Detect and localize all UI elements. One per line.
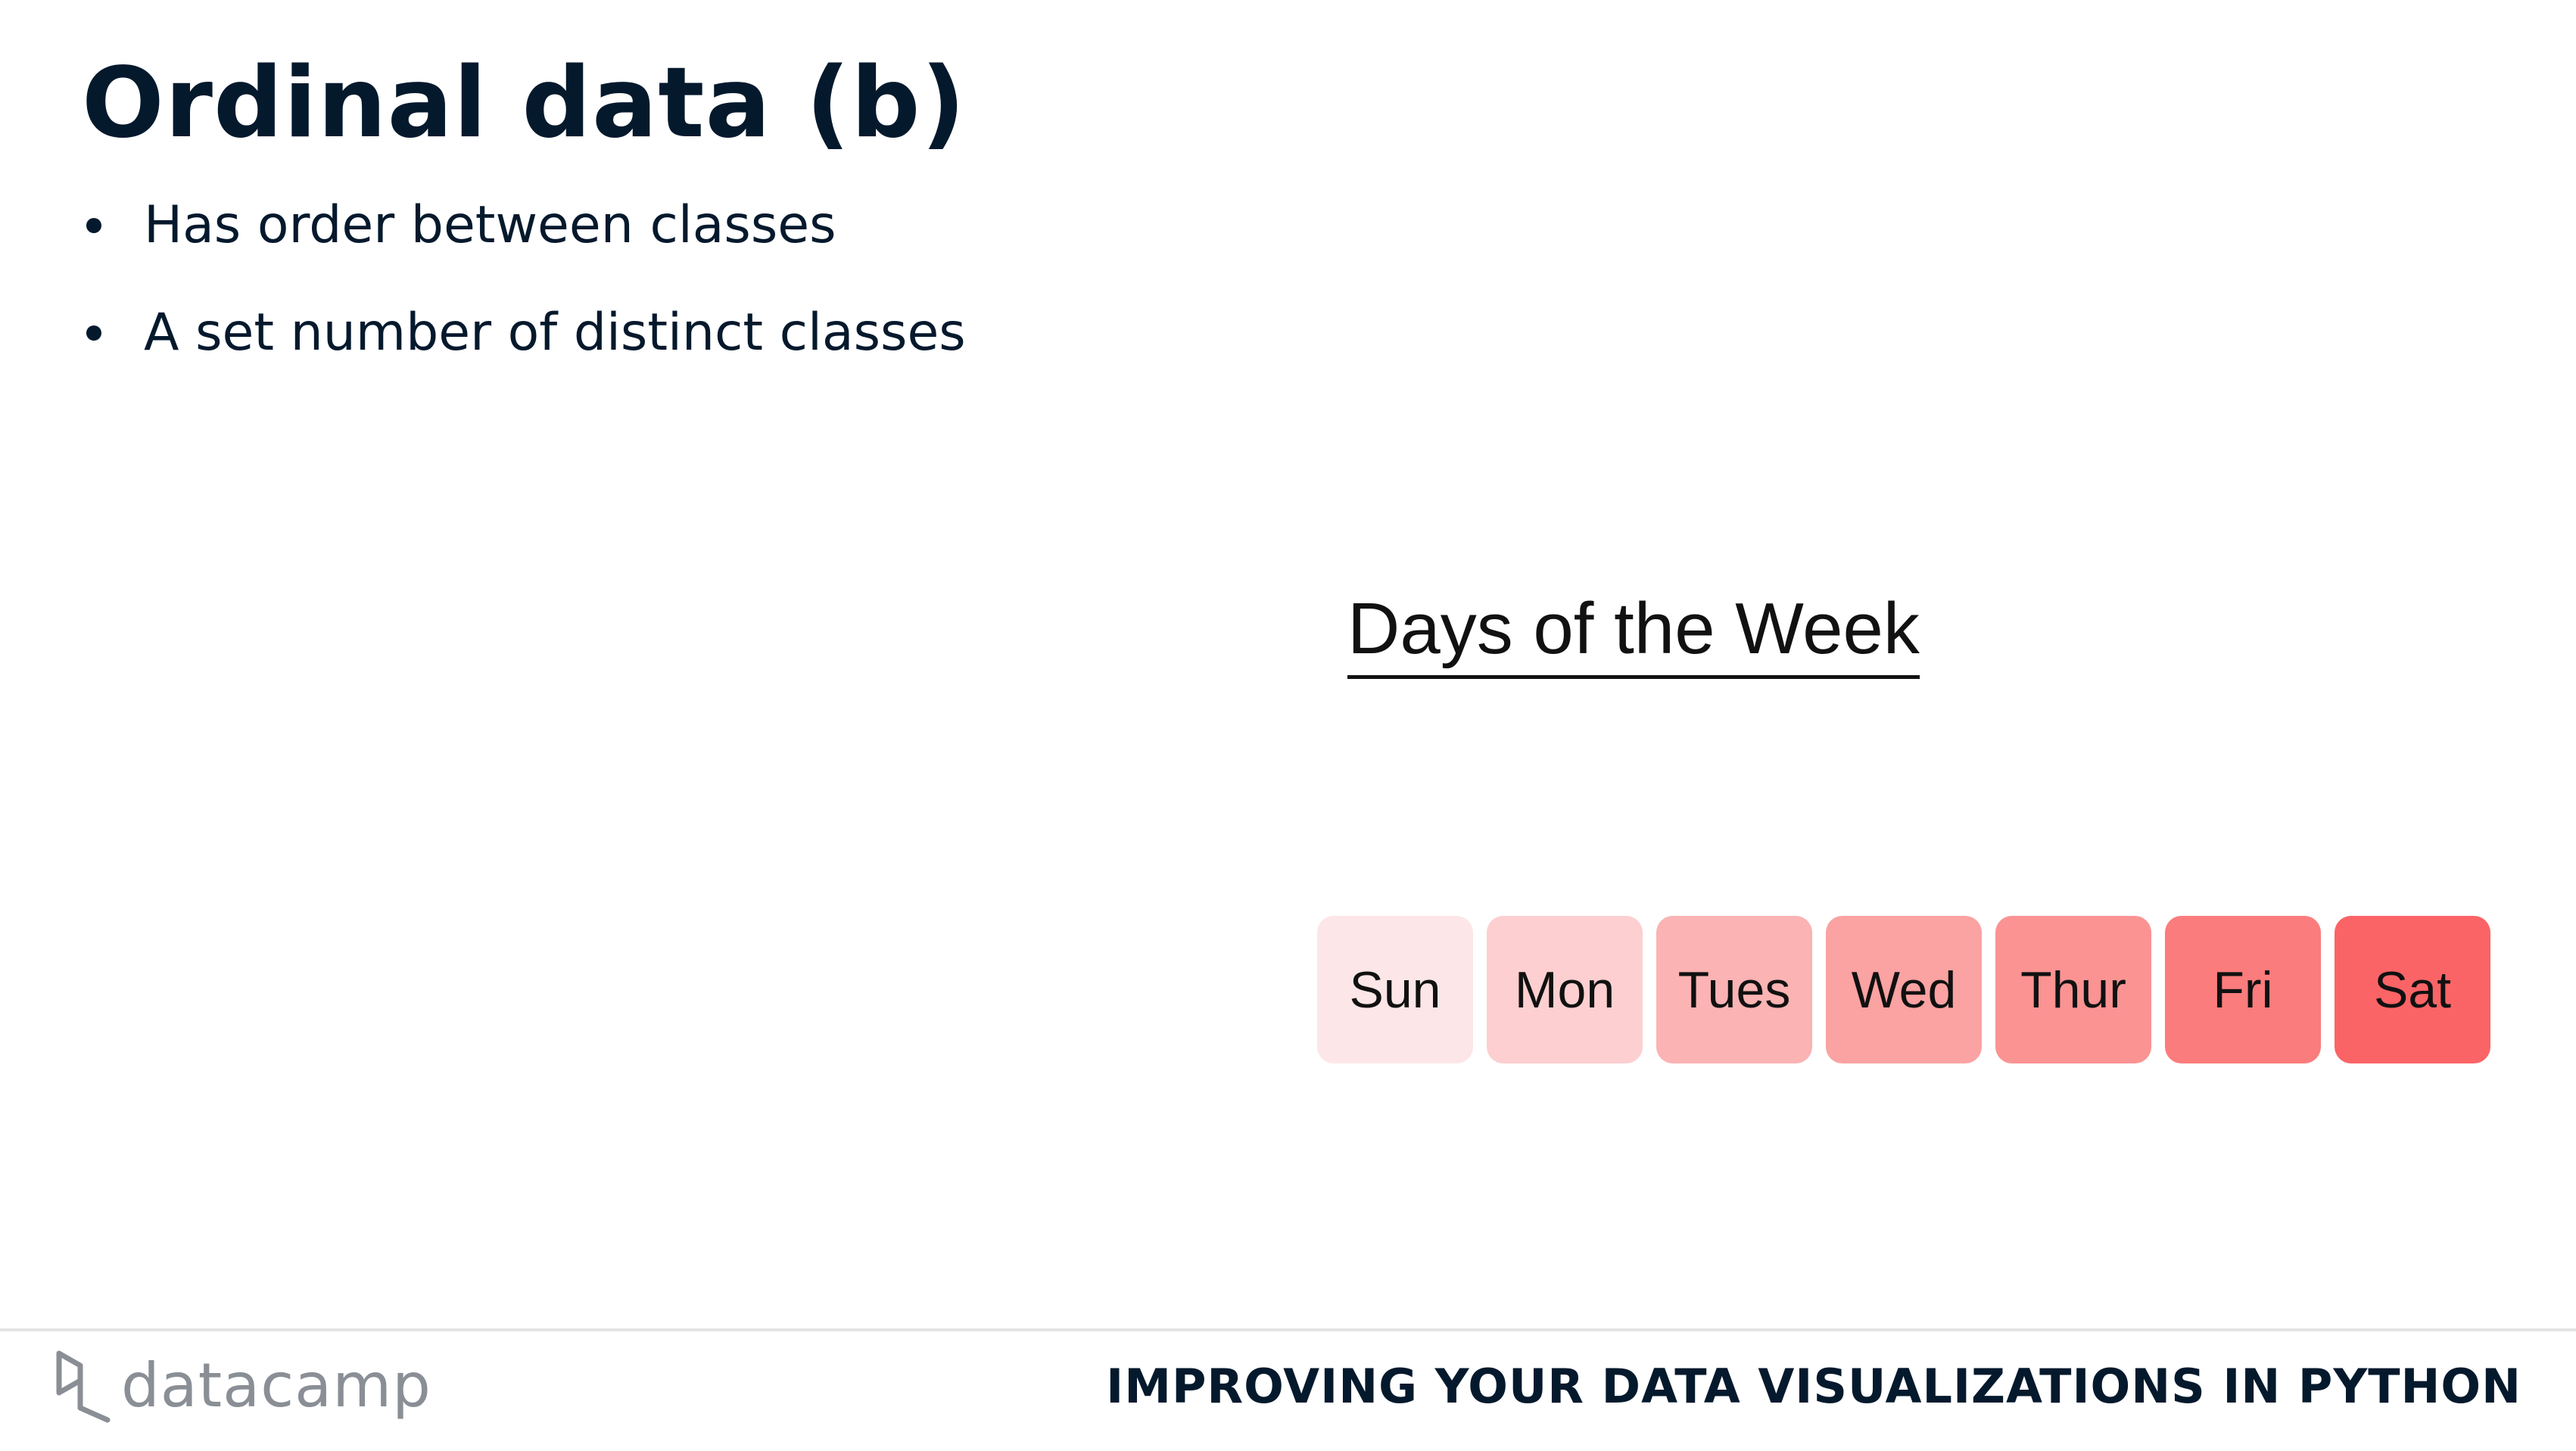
bullet-item: Has order between classes — [82, 193, 966, 257]
day-box-tues: Tues — [1656, 916, 1812, 1063]
datacamp-logo: datacamp — [53, 1347, 431, 1423]
day-box-thur: Thur — [1995, 916, 2151, 1063]
day-box-fri: Fri — [2165, 916, 2321, 1063]
figure-title: Days of the Week — [1347, 589, 1920, 679]
day-box-mon: Mon — [1487, 916, 1643, 1063]
bullet-dot-icon — [86, 218, 101, 233]
day-box-sun: Sun — [1317, 916, 1473, 1063]
datacamp-logo-icon — [56, 1350, 111, 1423]
bullet-item: A set number of distinct classes — [82, 300, 966, 365]
bullet-dot-icon — [86, 325, 101, 341]
bullet-text: A set number of distinct classes — [144, 303, 966, 363]
bullet-text: Has order between classes — [144, 195, 836, 255]
day-box-wed: Wed — [1826, 916, 1982, 1063]
course-title: IMPROVING YOUR DATA VISUALIZATIONS IN PY… — [1106, 1359, 2521, 1414]
footer-divider — [0, 1328, 2576, 1331]
days-row: Sun Mon Tues Wed Thur Fri Sat — [1317, 916, 2490, 1063]
logo-text: datacamp — [121, 1350, 431, 1421]
bullet-list: Has order between classes A set number o… — [82, 193, 966, 408]
slide-title: Ordinal data (b) — [82, 47, 967, 160]
day-box-sat: Sat — [2335, 916, 2490, 1063]
